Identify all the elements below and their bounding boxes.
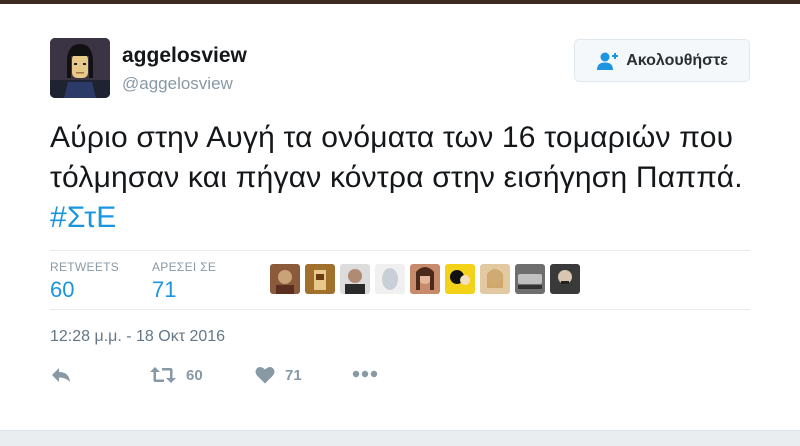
retweet-icon [150,367,176,383]
retweet-count: 60 [186,366,203,384]
liker-avatar[interactable] [550,264,580,294]
more-button[interactable] [352,370,378,378]
follow-button-label: Ακολουθήστε [626,51,728,69]
like-button[interactable]: 71 [255,366,302,384]
add-user-icon [597,52,619,70]
follow-button[interactable]: Ακολουθήστε [574,39,750,82]
tweet-text: Αύριο στην Αυγή τα ονόματα των 16 τομαρι… [50,118,770,238]
avatar-image [50,38,110,98]
liker-avatar[interactable] [410,264,440,294]
user-display-name[interactable]: aggelosview [122,44,247,68]
liker-avatar[interactable] [515,264,545,294]
retweet-button[interactable]: 60 [150,366,203,384]
liker-avatar[interactable] [270,264,300,294]
tweet-timestamp[interactable]: 12:28 μ.μ. - 18 Οκτ 2016 [50,328,225,346]
bottom-edge-strip [0,430,800,446]
retweets-count[interactable]: 60 [50,277,74,303]
top-edge-strip [0,0,800,4]
user-handle[interactable]: @aggelosview [122,74,233,94]
stats-top-divider [50,250,750,251]
retweets-label: RETWEETS [50,260,120,274]
liker-avatars [270,264,580,294]
tweet-body: Αύριο στην Αυγή τα ονόματα των 16 τομαρι… [50,121,743,194]
more-dots-icon [352,370,378,378]
like-count: 71 [285,366,302,384]
liker-avatar[interactable] [480,264,510,294]
liker-avatar[interactable] [375,264,405,294]
likes-count[interactable]: 71 [152,277,176,303]
reply-icon [52,368,70,382]
liker-avatar[interactable] [305,264,335,294]
heart-icon [255,366,275,384]
stats-bottom-divider [50,309,750,310]
liker-avatar[interactable] [340,264,370,294]
liker-avatar[interactable] [445,264,475,294]
likes-label: ΑΡΕΣΕΙ ΣΕ [152,260,217,274]
user-avatar[interactable] [50,38,110,98]
reply-button[interactable] [50,366,72,384]
hashtag-link[interactable]: #ΣτΕ [50,201,116,234]
